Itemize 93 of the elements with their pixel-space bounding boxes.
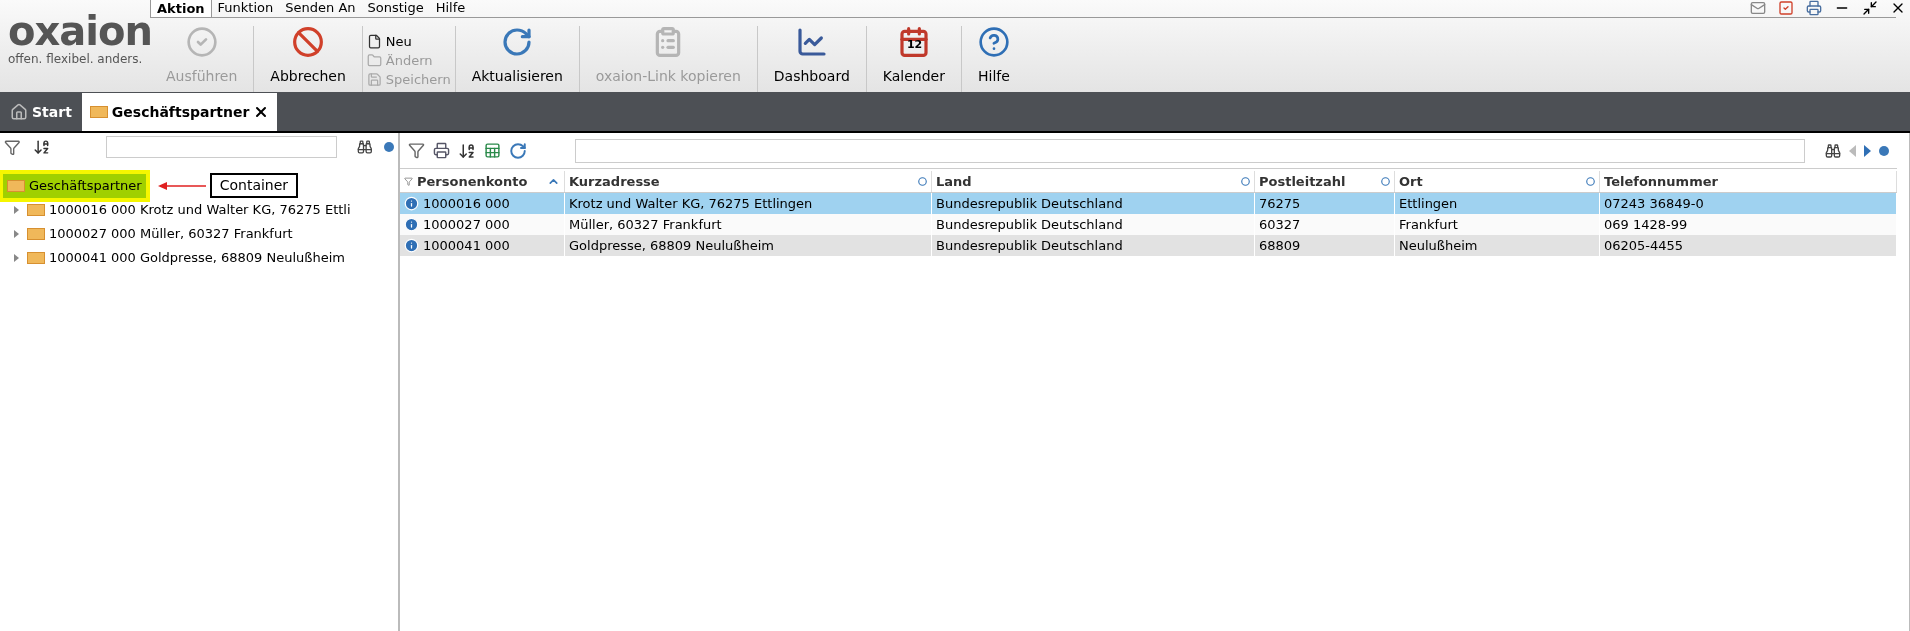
toolbar-button[interactable]: Aktualisieren [455, 26, 579, 95]
refresh-icon[interactable] [509, 141, 527, 160]
filter-icon [404, 177, 413, 186]
filter-icon[interactable] [4, 138, 21, 156]
tree-item[interactable]: 1000041 000 Goldpresse, 68809 Neulußheim [0, 246, 398, 270]
calendar-icon [897, 26, 930, 58]
info-icon[interactable] [404, 238, 419, 253]
column-header[interactable]: Ort [1395, 171, 1600, 192]
menu-tab[interactable]: Senden An [279, 0, 362, 17]
chart-icon [795, 26, 828, 58]
mail-icon[interactable] [1750, 0, 1766, 16]
annotation-label: Container [209, 173, 299, 198]
toolbar-button[interactable]: 12 Kalender [866, 26, 961, 95]
tree-item[interactable]: 1000027 000 Müller, 60327 Frankfurt [0, 222, 398, 246]
toolbar-button[interactable]: Dashboard [757, 26, 866, 95]
expand-icon[interactable] [14, 206, 19, 214]
tree-item[interactable]: 1000016 000 Krotz und Walter KG, 76275 Ettli [0, 198, 398, 222]
menu-tab[interactable]: Aktion [150, 0, 212, 17]
export-icon[interactable] [484, 142, 501, 159]
column-option-icon [1241, 177, 1250, 186]
search-icon[interactable] [356, 139, 373, 155]
sort-icon[interactable] [32, 138, 51, 156]
folder-card-icon [89, 106, 108, 118]
filter-icon[interactable] [408, 142, 425, 159]
table-cell-text: Neulußheim [1399, 236, 1478, 255]
table-cell-text: Ettlingen [1399, 194, 1458, 213]
search-field[interactable] [106, 136, 337, 158]
column-option-icon [918, 177, 927, 186]
logo-wordmark: oxaion [8, 12, 150, 50]
arrow-icon [157, 180, 206, 191]
logo-slogan: offen. flexibel. anders. [8, 51, 144, 68]
tree-item-label: 1000027 000 Müller, 60327 Frankfurt [49, 225, 293, 244]
table-cell-text: Goldpresse, 68809 Neulußheim [569, 236, 774, 255]
column-header[interactable]: Land [932, 171, 1255, 192]
tree-item-label: 1000041 000 Goldpresse, 68809 Neulußheim [49, 249, 345, 268]
table-cell-text: 06205-4455 [1604, 236, 1684, 255]
table-cell-text: 07243 36849-0 [1604, 194, 1704, 213]
cancel-icon [292, 26, 325, 58]
help-icon [977, 26, 1010, 58]
table-row[interactable]: 1000027 000 Müller, 60327 Frankfurt Bundesrepublik Deutschland 60327 Frankfurt 069 1428-99 [400, 214, 1897, 235]
column-header[interactable]: Kurzadresse [565, 171, 932, 192]
table-row[interactable]: 1000041 000 Goldpresse, 68809 Neulußheim Bundesrepublik Deutschland 68809 Neulußheim 06205-4455 [400, 235, 1897, 256]
column-header[interactable]: Postleitzahl [1255, 171, 1395, 192]
folder-icon [366, 53, 382, 68]
info-icon[interactable] [404, 217, 419, 232]
sort-icon[interactable] [458, 141, 476, 160]
toolbar-button[interactable]: Hilfe [961, 26, 1026, 95]
table-cell-text: Müller, 60327 Frankfurt [569, 215, 722, 234]
table-cell-text: Bundesrepublik Deutschland [936, 215, 1123, 234]
menu-tab[interactable]: Sonstige [361, 0, 430, 17]
refresh-icon [501, 26, 534, 58]
file-icon [366, 34, 382, 49]
restore-icon[interactable] [1862, 0, 1878, 16]
column-header[interactable]: Personenkonto [400, 171, 565, 192]
tab[interactable]: Start [2, 93, 80, 131]
expand-icon[interactable] [14, 254, 19, 262]
folder-card-icon [27, 204, 45, 216]
table-cell-text: Krotz und Walter KG, 76275 Ettlingen [569, 194, 813, 213]
table-cell-text: Bundesrepublik Deutschland [936, 194, 1123, 213]
table-cell-text: 1000016 000 [423, 194, 510, 213]
table-cell-text: 069 1428-99 [1604, 215, 1688, 234]
menu-tab[interactable]: Funktion [211, 0, 280, 17]
check-icon [185, 26, 218, 58]
toolbar-button[interactable]: Neu [366, 32, 451, 51]
table-cell-text: Frankfurt [1399, 215, 1458, 234]
table-cell-text: 1000041 000 [423, 236, 510, 255]
table-cell-text: 60327 [1259, 215, 1301, 234]
search-icon[interactable] [1825, 142, 1841, 159]
calendar-day: 12 [906, 37, 923, 54]
table-cell-text: 76275 [1259, 194, 1301, 213]
folder-card-icon [7, 179, 25, 192]
toolbar-button[interactable]: Abbrechen [254, 26, 362, 95]
column-header[interactable]: Telefonnummer [1600, 171, 1897, 192]
table-cell-text: Bundesrepublik Deutschland [936, 236, 1123, 255]
table-cell-text: 1000027 000 [423, 215, 510, 234]
folder-card-icon [27, 252, 45, 264]
print-icon[interactable] [1806, 0, 1822, 16]
print-icon[interactable] [433, 142, 450, 159]
tree-item-label: 1000016 000 Krotz und Walter KG, 76275 Ettli [49, 201, 351, 220]
folder-card-icon [27, 228, 45, 240]
task-icon[interactable] [1778, 0, 1794, 16]
next-icon[interactable] [1864, 144, 1871, 157]
expand-icon[interactable] [14, 230, 19, 238]
menu-tab[interactable]: Hilfe [429, 0, 472, 17]
tab[interactable]: Geschäftspartner [81, 93, 278, 131]
table-row[interactable]: 1000016 000 Krotz und Walter KG, 76275 Ettlingen Bundesrepublik Deutschland 76275 Ettlingen 07243 36849-0 [400, 193, 1897, 214]
table-cell-text: 68809 [1259, 236, 1301, 255]
search-field[interactable] [575, 138, 1805, 163]
column-option-icon [1586, 177, 1595, 186]
info-icon[interactable] [404, 196, 419, 211]
save-icon [366, 72, 382, 87]
column-option-icon [1381, 177, 1390, 186]
home-icon [10, 103, 28, 121]
